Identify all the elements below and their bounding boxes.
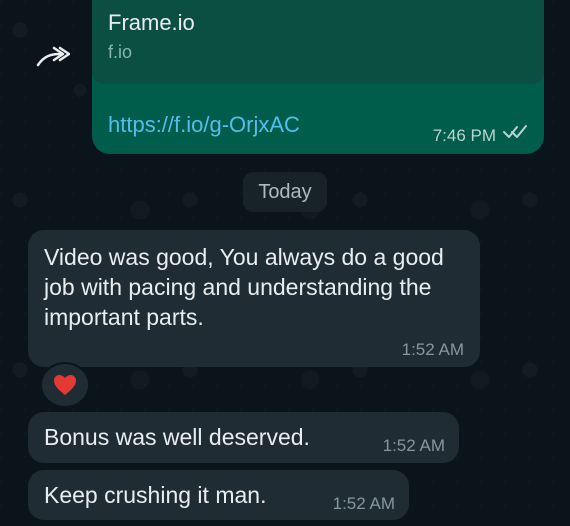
date-separator: Today	[243, 172, 327, 212]
message-link[interactable]: https://f.io/g-OrjxAC	[108, 112, 300, 138]
forward-icon[interactable]	[36, 46, 70, 72]
double-check-icon	[503, 125, 527, 138]
preview-title: Frame.io	[108, 10, 195, 35]
reaction-badge[interactable]	[40, 362, 90, 408]
heart-icon	[54, 375, 76, 395]
message-time: 1:52 AM	[382, 436, 445, 455]
incoming-message[interactable]: Bonus was well deserved. 1:52 AM	[28, 412, 459, 463]
preview-domain: f.io	[108, 42, 133, 62]
message-text: Bonus was well deserved.	[44, 424, 310, 450]
message-time: 1:52 AM	[401, 340, 464, 359]
link-preview[interactable]: Frame.io f.io	[92, 0, 544, 84]
message-time: 1:52 AM	[332, 494, 395, 513]
message-text: Video was good, You always do a good job…	[44, 244, 444, 330]
message-text: Keep crushing it man.	[44, 482, 267, 508]
message-time: 7:46 PM	[432, 126, 496, 145]
outgoing-link-message[interactable]: Frame.io f.io https://f.io/g-OrjxAC 7:46…	[92, 0, 544, 154]
incoming-message[interactable]: Keep crushing it man. 1:52 AM	[28, 470, 409, 520]
incoming-message[interactable]: Video was good, You always do a good job…	[28, 230, 480, 367]
